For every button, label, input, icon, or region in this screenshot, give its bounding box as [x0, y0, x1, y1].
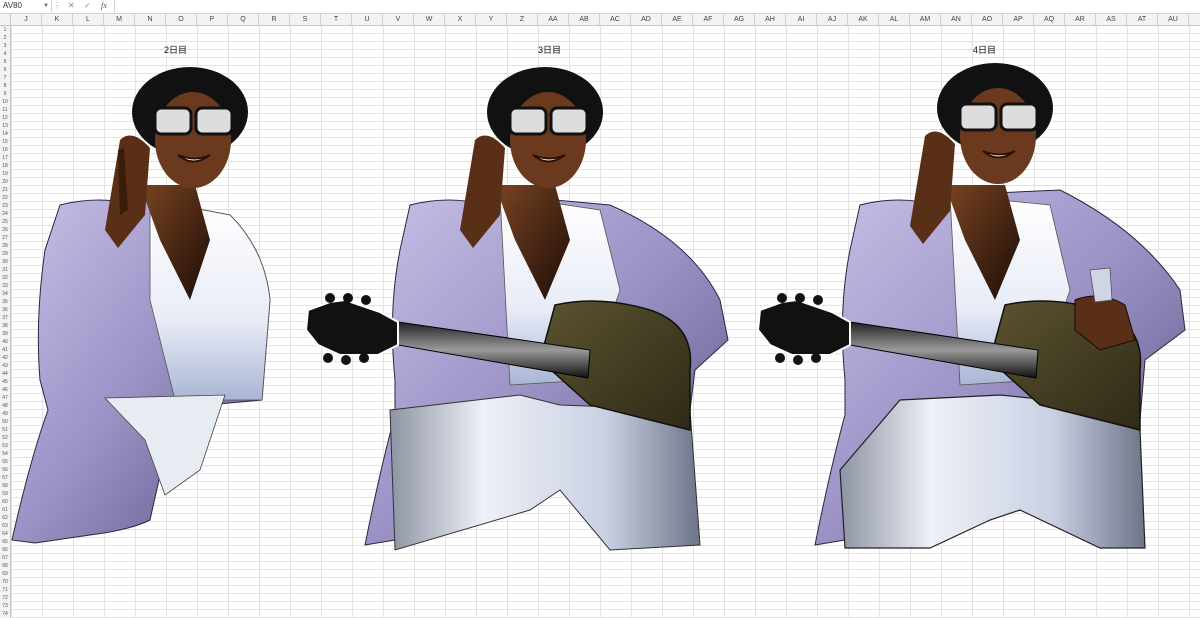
figure-day3: [304, 67, 729, 551]
figure-day2: [11, 67, 271, 544]
illustrations: [11, 63, 1186, 551]
figure-day4: [756, 63, 1186, 549]
